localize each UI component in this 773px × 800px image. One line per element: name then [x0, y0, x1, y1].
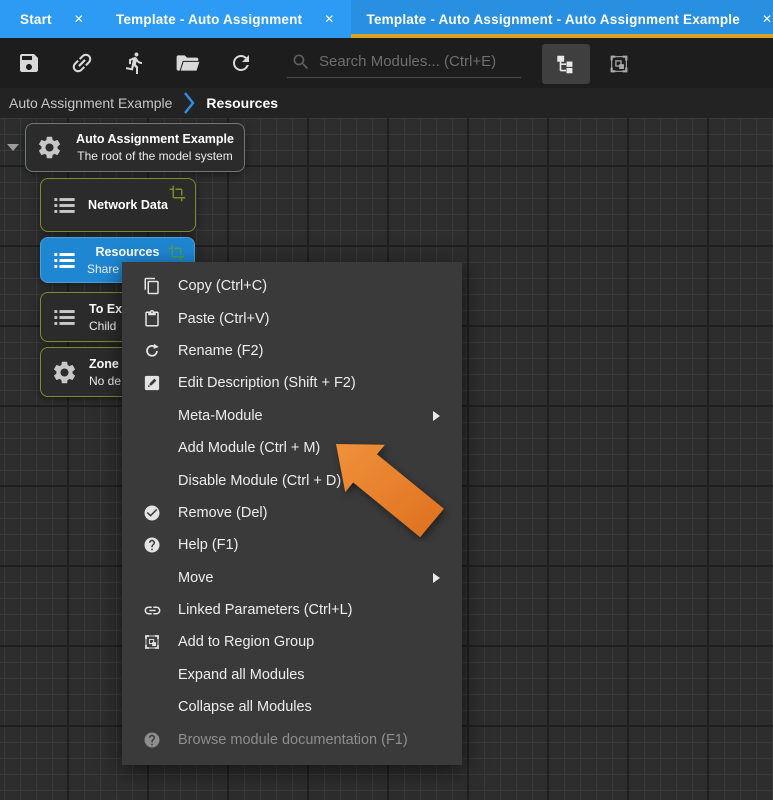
- module-title: Resources: [95, 244, 160, 259]
- link-button[interactable]: [66, 47, 98, 79]
- breadcrumb: Auto Assignment Example Resources: [0, 88, 773, 118]
- help-circle-icon: [139, 536, 165, 554]
- model-canvas[interactable]: Auto Assignment Example The root of the …: [0, 118, 773, 800]
- tab-auto-assignment-example[interactable]: Template - Auto Assignment - Auto Assign…: [350, 0, 773, 38]
- module-title: Network Data: [88, 197, 168, 212]
- menu-item-linked-parameters[interactable]: Linked Parameters (Ctrl+L): [122, 594, 462, 626]
- region-group-icon: [139, 633, 165, 651]
- tab-label: Template - Auto Assignment: [116, 11, 303, 27]
- menu-item-move[interactable]: Move: [122, 562, 462, 594]
- module-search: [287, 49, 521, 78]
- tab-bar: Start ✕ Template - Auto Assignment ✕ Tem…: [0, 0, 773, 38]
- menu-item-rename[interactable]: Rename (F2): [122, 335, 462, 367]
- save-icon: [17, 51, 41, 75]
- run-person-icon: [123, 51, 147, 75]
- tab-label: Start: [20, 11, 52, 27]
- view-toggle-group: [542, 44, 643, 84]
- menu-item-paste[interactable]: Paste (Ctrl+V): [122, 302, 462, 334]
- refresh-icon: [229, 51, 253, 75]
- module-title: Auto Assignment Example: [76, 132, 234, 147]
- menu-item-browse-documentation: Browse module documentation (F1): [122, 723, 462, 755]
- run-button[interactable]: [119, 47, 151, 79]
- tab-close-icon[interactable]: ✕: [74, 12, 84, 26]
- gear-icon: [41, 359, 87, 386]
- module-network-data[interactable]: Network Data: [40, 178, 196, 232]
- crop-icon[interactable]: [169, 185, 186, 202]
- tab-close-icon[interactable]: ✕: [324, 12, 334, 26]
- menu-item-copy[interactable]: Copy (Ctrl+C): [122, 270, 462, 302]
- save-button[interactable]: [13, 47, 45, 79]
- tree-view-icon: [555, 53, 577, 75]
- region-group-view-button[interactable]: [595, 44, 643, 84]
- tab-close-icon[interactable]: ✕: [762, 12, 772, 26]
- breadcrumb-current: Resources: [206, 95, 279, 111]
- refresh-button[interactable]: [225, 47, 257, 79]
- list-icon: [41, 247, 87, 274]
- link-icon: [69, 50, 95, 76]
- menu-item-meta-module[interactable]: Meta-Module: [122, 400, 462, 432]
- submenu-arrow-icon: [433, 410, 440, 421]
- search-icon: [291, 52, 311, 72]
- toolbar: [0, 38, 773, 88]
- paste-icon: [139, 309, 165, 328]
- search-input[interactable]: [319, 53, 517, 70]
- crop-icon[interactable]: [168, 244, 185, 261]
- module-subtitle: The root of the model system: [77, 149, 233, 164]
- collapse-tree-icon[interactable]: [7, 144, 19, 151]
- gear-icon: [26, 134, 72, 161]
- list-icon: [41, 192, 87, 219]
- tree-view-button[interactable]: [542, 44, 590, 84]
- submenu-arrow-icon: [433, 572, 440, 583]
- menu-item-add-to-region-group[interactable]: Add to Region Group: [122, 626, 462, 658]
- module-root[interactable]: Auto Assignment Example The root of the …: [25, 123, 245, 172]
- edit-description-icon: [139, 374, 165, 392]
- menu-item-edit-description[interactable]: Edit Description (Shift + F2): [122, 367, 462, 399]
- region-group-icon: [608, 53, 630, 75]
- folder-icon: [175, 50, 201, 76]
- menu-item-collapse-all[interactable]: Collapse all Modules: [122, 691, 462, 723]
- copy-icon: [139, 277, 165, 295]
- check-circle-icon: [139, 504, 165, 522]
- help-circle-icon: [139, 731, 165, 749]
- annotation-arrow-icon: [326, 430, 452, 542]
- breadcrumb-parent[interactable]: Auto Assignment Example: [9, 95, 172, 111]
- breadcrumb-chevron-icon: [183, 92, 195, 114]
- menu-item-expand-all[interactable]: Expand all Modules: [122, 659, 462, 691]
- tab-label: Template - Auto Assignment - Auto Assign…: [366, 11, 740, 27]
- link-icon: [139, 601, 165, 620]
- tab-start[interactable]: Start ✕: [4, 0, 100, 38]
- rotate-icon: [139, 342, 165, 360]
- open-folder-button[interactable]: [172, 47, 204, 79]
- tab-template-auto-assignment[interactable]: Template - Auto Assignment ✕: [100, 0, 350, 38]
- list-icon: [41, 304, 87, 331]
